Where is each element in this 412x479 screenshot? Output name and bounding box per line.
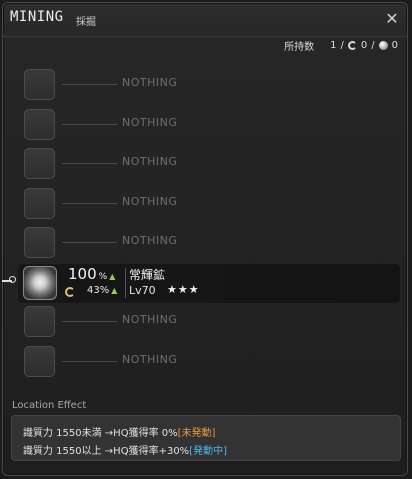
gather-rate: 100% ▲ — [68, 264, 116, 283]
slot-label: NOTHING — [122, 234, 178, 247]
item-stars: ★★★ — [167, 282, 200, 296]
divider — [62, 84, 117, 85]
slot-label: NOTHING — [122, 76, 178, 89]
divider — [62, 321, 117, 322]
empty-slot-icon — [24, 187, 55, 219]
divider — [62, 360, 117, 362]
owned-label: 所持数 — [284, 42, 315, 53]
close-button[interactable]: ✕ — [382, 8, 402, 28]
hq-count: 0 — [360, 40, 368, 51]
empty-slot-icon — [24, 227, 55, 258]
collectable-icon — [378, 41, 388, 50]
slot-label: NOTHING — [122, 155, 178, 168]
gathering-slot[interactable]: NOTHING — [18, 106, 400, 146]
empty-slot-icon — [24, 69, 55, 100]
active-tag: [発動中] — [189, 446, 227, 457]
divider — [62, 202, 117, 204]
empty-slot-icon — [24, 108, 55, 140]
slot-label: NOTHING — [122, 194, 178, 208]
gathering-slot[interactable]: NOTHING — [18, 224, 400, 264]
gathering-item-row[interactable]: 100% ▲ 43% ▲ 常輝鉱 Lv70 ★★★ — [2, 263, 400, 303]
divider — [62, 163, 117, 164]
location-effect-title: Location Effect — [12, 400, 87, 411]
gathering-list: NOTHING NOTHING NOTHING NOTHING NOTHING … — [2, 66, 400, 383]
window-title: MINING — [10, 9, 64, 25]
window-subtitle: 採掘 — [76, 17, 96, 28]
gathering-window: MINING 採掘 ✕ 所持数 1 / 0 / 0 NOTHING NOTHIN… — [2, 2, 408, 476]
hq-rate: 43% ▲ — [87, 284, 118, 296]
ore-icon — [23, 265, 57, 300]
location-effect-line: 識質力 1550以上 →HQ獲得率+30%[発動中] — [23, 446, 227, 457]
selection-cursor-icon — [2, 275, 16, 283]
hq-rate-icon — [65, 286, 75, 297]
item-level: Lv70 — [129, 283, 156, 297]
slot-label: NOTHING — [122, 352, 178, 366]
gathering-slot[interactable]: NOTHING — [18, 185, 400, 225]
empty-slot-icon — [24, 148, 55, 179]
inactive-tag: [未発動] — [177, 428, 216, 439]
location-effect-box: 識質力 1550未満 →HQ獲得率 0%[未発動] 識質力 1550以上 →HQ… — [11, 415, 401, 461]
divider — [62, 123, 117, 125]
slot-label: NOTHING — [122, 313, 178, 326]
location-effect-line: 識質力 1550未満 →HQ獲得率 0%[未発動] — [23, 428, 216, 439]
slot-label: NOTHING — [122, 115, 178, 129]
collectable-count: 0 — [391, 40, 398, 51]
gathering-slot[interactable]: NOTHING — [18, 66, 400, 106]
divider — [62, 242, 117, 243]
nq-count: 1 — [330, 40, 337, 51]
empty-slot-icon — [24, 306, 55, 337]
empty-slot-icon — [24, 345, 55, 377]
gathering-slot[interactable]: NOTHING — [18, 303, 400, 343]
gathering-slot[interactable]: NOTHING — [18, 343, 400, 383]
close-icon: ✕ — [385, 8, 399, 28]
title-bar[interactable]: MINING 採掘 ✕ — [2, 2, 408, 37]
owned-count: 所持数 1 / 0 / 0 — [284, 40, 398, 53]
hq-icon — [347, 41, 357, 50]
divider — [125, 267, 126, 298]
gathering-slot[interactable]: NOTHING — [18, 145, 400, 185]
item-name: 常輝鉱 — [129, 267, 166, 282]
